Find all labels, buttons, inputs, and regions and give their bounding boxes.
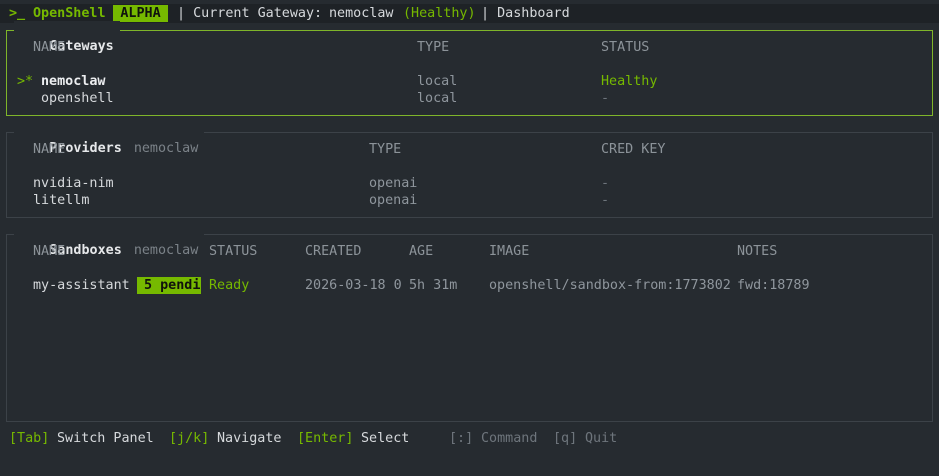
sandbox-status: Ready — [209, 278, 250, 293]
sandboxes-panel[interactable]: Sandboxes nemoclaw — [6, 225, 933, 422]
sandboxes-context: nemoclaw — [133, 243, 199, 258]
current-gateway-name: nemoclaw — [329, 6, 394, 21]
provider-name: nvidia-nim — [33, 176, 114, 191]
gateway-health-status: (Healthy) — [403, 6, 476, 21]
gateway-prefix: | Current Gateway: — [177, 6, 331, 21]
sandboxes-col-created: CREATED — [305, 244, 362, 259]
gateways-panel[interactable]: Gateways — [6, 21, 933, 116]
providers-col-cred-key: CRED KEY — [601, 142, 666, 157]
gateway-type: local — [417, 91, 458, 106]
providers-col-name: NAME — [33, 142, 66, 157]
sandboxes-col-name: NAME — [33, 244, 66, 259]
gateway-type: local — [417, 74, 458, 89]
alpha-badge: ALPHA — [113, 5, 168, 22]
selection-marker-icon: >* — [17, 74, 34, 89]
select-label: Select — [361, 431, 410, 446]
sandbox-name: my-assistant — [33, 278, 130, 293]
prompt-icon: >_ — [9, 6, 26, 21]
sandbox-image: openshell/sandbox-from:1773802 — [489, 278, 731, 293]
quit-key-hint: [q] — [553, 431, 578, 446]
sandbox-notes: fwd:18789 — [737, 278, 810, 293]
sandboxes-col-image: IMAGE — [489, 244, 530, 259]
providers-col-type: TYPE — [369, 142, 402, 157]
sandbox-created: 2026-03-18 0 — [305, 278, 402, 293]
nav-key-hint: [j/k] — [169, 431, 210, 446]
gateway-status: Healthy — [601, 74, 658, 89]
provider-cred-key: - — [601, 193, 610, 208]
gateways-col-type: TYPE — [417, 40, 450, 55]
gateway-name: nemoclaw — [41, 74, 106, 89]
tab-key-hint: [Tab] — [9, 431, 50, 446]
provider-type: openai — [369, 193, 418, 208]
gateways-col-name: NAME — [33, 40, 66, 55]
gateway-name: openshell — [41, 91, 114, 106]
enter-key-hint: [Enter] — [297, 431, 354, 446]
view-title: | Dashboard — [481, 6, 570, 21]
navigate-label: Navigate — [217, 431, 282, 446]
providers-panel[interactable]: Providers nemoclaw — [6, 123, 933, 218]
sandboxes-col-status: STATUS — [209, 244, 258, 259]
sandbox-age: 5h 31m — [409, 278, 458, 293]
command-label: Command — [481, 431, 538, 446]
provider-name: litellm — [33, 193, 90, 208]
sandboxes-col-age: AGE — [409, 244, 434, 259]
provider-cred-key: - — [601, 176, 610, 191]
providers-context: nemoclaw — [133, 141, 199, 156]
gateway-status: - — [601, 91, 610, 106]
app-name: OpenShell — [33, 6, 106, 21]
sandboxes-col-notes: NOTES — [737, 244, 778, 259]
provider-type: openai — [369, 176, 418, 191]
command-key-hint: [:] — [449, 431, 474, 446]
switch-panel-label: Switch Panel — [57, 431, 154, 446]
gateways-panel-title: Gateways — [14, 21, 120, 72]
gateways-col-status: STATUS — [601, 40, 650, 55]
pending-badge: 5 pendi — [137, 277, 201, 294]
quit-label: Quit — [585, 431, 618, 446]
